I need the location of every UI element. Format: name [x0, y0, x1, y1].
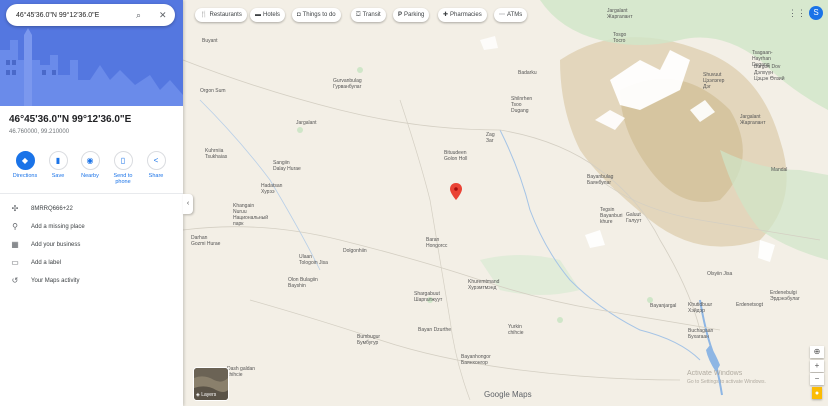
- map-place-label[interactable]: Bayanjargal: [650, 303, 676, 309]
- map-place-label[interactable]: Tosgo Тосго: [613, 32, 626, 44]
- map-place-label[interactable]: Zag Заг: [486, 132, 495, 144]
- share-button[interactable]: < Share: [140, 151, 172, 179]
- nearby-button[interactable]: ◉ Nearby: [74, 151, 106, 179]
- map-place-label[interactable]: Gurvanbulag Гурванбулаг: [333, 78, 362, 90]
- chip-transit[interactable]: ⛋ Transit: [351, 8, 386, 22]
- page-title: 46°45'36.0"N 99°12'36.0"E: [9, 114, 132, 125]
- map-place-label[interactable]: Jargalant Жаргалант: [740, 114, 765, 126]
- add-business-row[interactable]: ▦ Add your business: [9, 240, 179, 252]
- nearby-icon: ◉: [80, 151, 100, 170]
- map-place-label[interactable]: Darhan Gozmi Hurae: [191, 235, 220, 247]
- parking-icon: P: [398, 12, 403, 18]
- google-maps-logo: Google Maps: [484, 390, 532, 399]
- map-place-label[interactable]: Olon Bulagiin Bayshin: [288, 277, 318, 289]
- map-place-label[interactable]: Ulaan Tologoin Jisa: [299, 254, 328, 266]
- divider: [0, 193, 183, 194]
- transit-icon: ⛋: [356, 12, 361, 18]
- bookmark-icon: ▮: [48, 151, 68, 170]
- map-place-label[interactable]: Olsyiin Jisa: [707, 271, 732, 277]
- chip-parking[interactable]: P Parking: [393, 8, 430, 22]
- map-place-label[interactable]: Sangiin Dalay Hurae: [273, 160, 301, 172]
- map-place-label[interactable]: Buyant: [202, 38, 218, 44]
- map-place-label[interactable]: Hadatsan Хурээ: [261, 183, 282, 195]
- avatar[interactable]: S: [809, 6, 823, 20]
- map-place-label[interactable]: Bumbugur Бумбугур: [357, 334, 380, 346]
- search-input[interactable]: [16, 8, 128, 22]
- pharmacy-icon: ✚: [443, 12, 449, 18]
- add-label-row[interactable]: ▭ Add a label: [9, 258, 179, 270]
- add-missing-place-row[interactable]: ⚲ Add a missing place: [9, 222, 179, 234]
- search-box[interactable]: ⌕ ✕: [6, 4, 175, 26]
- chip-restaurants[interactable]: 🍴 Restaurants: [195, 8, 247, 22]
- fork-knife-icon: 🍴: [200, 12, 208, 18]
- map-place-label[interactable]: Burgon Dov Дэлхүүн Цэцэн Өлзий: [754, 64, 785, 82]
- add-place-icon: ⚲: [12, 222, 18, 231]
- place-panel: ⌕ ✕ 46°45'36.0"N 99°12'36.0"E 46.760000,…: [0, 0, 183, 406]
- map-place-label[interactable]: Shargabuut Шаргалжуут: [414, 291, 442, 303]
- decimal-coordinates: 46.760000, 99.210000: [9, 129, 70, 135]
- map-place-label[interactable]: Yurkin chihcie: [508, 324, 524, 336]
- history-icon: ↺: [11, 276, 19, 285]
- map-place-label[interactable]: Mandal: [771, 167, 787, 173]
- pegman-button[interactable]: ●: [812, 387, 822, 399]
- save-button[interactable]: ▮ Save: [42, 151, 74, 179]
- layers-button[interactable]: ◈ Layers: [193, 367, 229, 401]
- share-icon: <: [146, 151, 166, 170]
- chip-hotels[interactable]: ▬ Hotels: [250, 8, 286, 22]
- search-icon[interactable]: ⌕: [136, 10, 141, 20]
- directions-icon: ◆: [15, 151, 35, 170]
- map-place-label[interactable]: Jargalant: [296, 120, 317, 126]
- map-place-label[interactable]: Shuvuut Цээлэгер Дэг: [703, 72, 724, 90]
- map-place-label[interactable]: Buchagaan Бухагаан: [688, 328, 713, 340]
- layers-label: ◈ Layers: [196, 392, 217, 398]
- send-to-phone-button[interactable]: ▯ Send to phone: [107, 151, 139, 185]
- my-location-button[interactable]: ⊕: [810, 346, 824, 358]
- map-place-label[interactable]: Khuremtmand Хурэмтмэнд: [468, 279, 499, 291]
- pegman-icon: ●: [814, 390, 820, 397]
- chip-things-to-do[interactable]: ◘ Things to do: [292, 8, 341, 22]
- map-place-label[interactable]: Dolgonhiin: [343, 248, 367, 254]
- map-place-label[interactable]: Khutidbuur Xэйдэр: [688, 302, 712, 314]
- map-place-label[interactable]: Badarku: [518, 70, 537, 76]
- location-target-icon: ⊕: [813, 347, 821, 356]
- plus-code-row[interactable]: ✣ 8MRRQ666+22: [9, 204, 179, 216]
- map-place-label[interactable]: Erdenebulgi Эрдэнэбулаг: [770, 290, 800, 302]
- plus-code-icon: ✣: [11, 204, 19, 213]
- map-place-label[interactable]: Galuut Галуут: [626, 212, 641, 224]
- map-place-label[interactable]: Baran Hongorcc: [426, 237, 447, 249]
- map-place-label[interactable]: Bayan Dzurthe: [418, 327, 451, 333]
- map-place-label[interactable]: Bituudeen Golon Holl: [444, 150, 467, 162]
- map-place-label[interactable]: Bayanhongor Баянхонгор: [461, 354, 491, 366]
- map-place-label[interactable]: Khangain Nuruu Национальный парк: [233, 203, 268, 227]
- map-place-label[interactable]: Dash galdan chihcie: [227, 366, 255, 378]
- map-place-label[interactable]: Shilnrhen Tsoo Dugang: [511, 96, 532, 114]
- map-place-label[interactable]: Kuhrniia Tsukhaias: [205, 148, 227, 160]
- chip-pharmacies[interactable]: ✚ Pharmacies: [438, 8, 487, 22]
- maps-activity-row[interactable]: ↺ Your Maps activity: [9, 276, 179, 288]
- map-place-label[interactable]: Bayanbulag Баянбулаг: [587, 174, 613, 186]
- phone-icon: ▯: [113, 151, 133, 170]
- map-place-label[interactable]: Orgon Sum: [200, 88, 226, 94]
- bed-icon: ▬: [255, 12, 261, 18]
- close-icon[interactable]: ✕: [159, 10, 167, 20]
- plus-icon: +: [814, 361, 820, 370]
- label-icon: ▭: [11, 258, 19, 267]
- collapse-panel-button[interactable]: ‹: [183, 194, 193, 214]
- zoom-out-button[interactable]: −: [810, 373, 824, 385]
- map-place-label[interactable]: Erdenetsogt: [736, 302, 763, 308]
- chevron-left-icon: ‹: [186, 200, 190, 207]
- atm-icon: ⋯: [499, 12, 505, 18]
- map-place-label[interactable]: Jargalant Жаргалант: [607, 8, 632, 20]
- minus-icon: −: [814, 374, 820, 383]
- directions-button[interactable]: ◆ Directions: [9, 151, 41, 179]
- chip-atms[interactable]: ⋯ ATMs: [494, 8, 528, 22]
- camera-icon: ◘: [297, 12, 301, 18]
- zoom-in-button[interactable]: +: [810, 360, 824, 372]
- business-icon: ▦: [11, 240, 19, 249]
- activate-windows-watermark: Activate Windows Go to Settings to activ…: [687, 370, 766, 385]
- map-place-label[interactable]: Tegsin Bayanburi khure: [600, 207, 623, 225]
